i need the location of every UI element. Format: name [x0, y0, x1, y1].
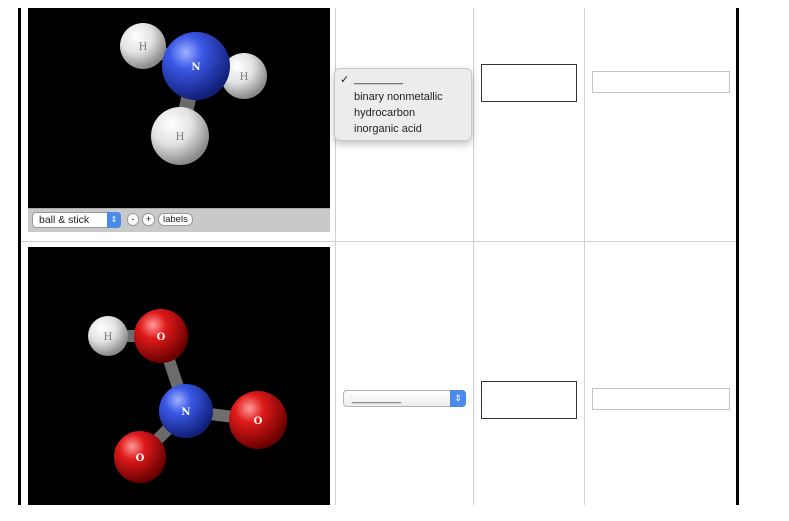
dropdown-option-blank[interactable]: ________ — [354, 73, 403, 85]
classification-select-value: ________ — [352, 392, 401, 404]
text-input-row1[interactable] — [592, 71, 730, 93]
render-style-select[interactable]: ball & stick ⇕ — [32, 212, 121, 228]
molecule-viewer-2[interactable]: H O N O O — [28, 247, 330, 505]
select-arrows-icon: ⇕ — [107, 212, 121, 228]
row-divider — [21, 241, 736, 242]
classification-dropdown-menu[interactable]: ✓ ________ binary nonmetallic hydrocarbo… — [334, 68, 472, 141]
viewer-toolbar: ball & stick ⇕ - + labels — [28, 208, 330, 232]
atom-label: H — [176, 132, 185, 143]
column-divider — [584, 8, 585, 505]
answer-input-row1[interactable] — [481, 64, 577, 102]
answer-input-row2[interactable] — [481, 381, 577, 419]
atom-label: H — [139, 42, 148, 53]
atom-label: N — [191, 62, 200, 73]
dropdown-option-inorganic-acid[interactable]: inorganic acid — [354, 123, 422, 135]
molecule-viewer-1[interactable]: N H H H ball & stick ⇕ - + labels — [28, 8, 330, 232]
checkmark-icon: ✓ — [340, 74, 350, 86]
classification-select-row2[interactable]: ________ ⇕ — [343, 390, 466, 407]
atom-label: N — [181, 407, 190, 418]
molecule-canvas-1[interactable]: N H H H — [28, 8, 330, 208]
dropdown-option-binary-nonmetallic[interactable]: binary nonmetallic — [354, 91, 443, 103]
molecule-canvas-2[interactable]: H O N O O — [28, 247, 330, 505]
atom-label: O — [157, 332, 166, 343]
column-divider — [473, 8, 474, 505]
zoom-in-button[interactable]: + — [142, 213, 155, 226]
atom-label: H — [240, 72, 249, 83]
select-arrows-icon: ⇕ — [450, 390, 466, 407]
atom-label: H — [104, 332, 113, 343]
zoom-out-button[interactable]: - — [127, 213, 139, 226]
dropdown-option-hydrocarbon[interactable]: hydrocarbon — [354, 107, 415, 119]
atom-label: O — [254, 416, 263, 427]
text-input-row2[interactable] — [592, 388, 730, 410]
table-right-border — [736, 8, 739, 505]
render-style-value: ball & stick — [39, 214, 90, 226]
atom-label: O — [136, 453, 145, 464]
table-left-border — [18, 8, 21, 505]
labels-button[interactable]: labels — [158, 213, 193, 226]
